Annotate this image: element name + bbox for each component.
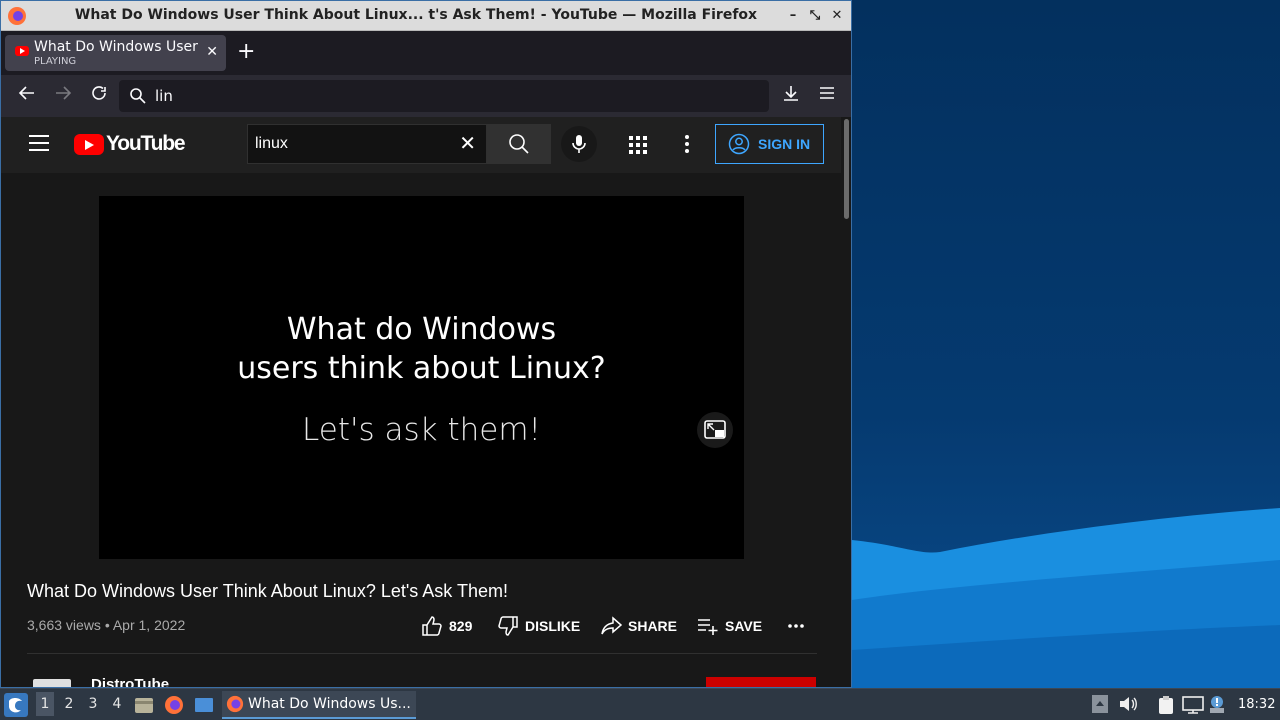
firefox-icon [226,695,244,713]
volume-icon[interactable] [1118,695,1138,713]
thumbs-down-icon [498,616,518,636]
window-title: What Do Windows User Think About Linux..… [74,7,758,23]
miniplayer-icon [704,420,726,439]
show-desktop-icon[interactable] [194,695,214,715]
tab-playing-label: PLAYING [34,56,77,67]
reload-icon [92,86,106,100]
scrollbar-thumb[interactable] [844,119,849,219]
more-horizontal-icon [788,624,804,628]
voice-search-button[interactable] [561,126,597,162]
playlist-add-icon [698,619,718,635]
guide-menu-icon[interactable] [29,135,49,156]
sign-in-label: SIGN IN [758,136,811,152]
new-tab-button[interactable]: + [237,39,257,64]
workspace-4[interactable]: 4 [108,696,126,712]
share-button[interactable]: SHARE [600,615,677,637]
close-window-button[interactable]: ✕ [829,7,845,25]
downloads-button[interactable] [779,84,803,108]
forward-arrow-icon [56,86,72,100]
microphone-icon [572,135,586,153]
search-input[interactable]: linux ✕ [247,124,487,164]
back-button[interactable] [15,84,39,108]
reload-button[interactable] [87,84,111,108]
share-label: SHARE [628,618,678,634]
tab-strip: What Do Windows User Think About Linux? … [1,31,851,75]
url-input[interactable]: lin [155,87,173,105]
thumbs-up-icon [422,616,442,636]
youtube-logo-text[interactable]: YouTube [106,132,186,156]
settings-dots-icon[interactable] [685,135,689,153]
file-manager-icon[interactable] [134,695,154,715]
navigation-toolbar: lin [1,75,851,117]
dislike-button[interactable]: DISLIKE [497,615,580,637]
tray-expand-icon[interactable] [1092,695,1108,713]
subscribe-button[interactable] [706,677,816,687]
clock[interactable]: 18:32 [1238,697,1275,712]
search-input-value: linux [255,135,288,152]
sign-in-button[interactable]: SIGN IN [715,124,824,164]
browser-tab[interactable]: What Do Windows User Think About Linux? … [5,35,226,71]
dislike-label: DISLIKE [525,618,581,634]
tab-title: What Do Windows User Think About Linux? … [34,39,200,55]
lxqt-logo-icon [9,698,22,713]
page-scrollbar[interactable] [841,117,851,687]
search-button[interactable] [487,124,551,164]
minimize-button[interactable]: – [785,7,801,25]
network-icon[interactable] [1182,695,1204,715]
workspace-1[interactable]: 1 [36,692,54,716]
clear-search-icon[interactable]: ✕ [459,131,476,155]
app-menu-button[interactable] [815,84,839,108]
maximize-button[interactable]: ⤡ [807,7,823,25]
video-slide-line3: Let's ask them! [302,412,541,448]
close-tab-icon[interactable]: ✕ [206,44,218,60]
youtube-favicon-icon [15,46,29,56]
clipboard-icon[interactable] [1156,695,1176,715]
video-meta: 3,663 views • Apr 1, 2022 [27,617,186,633]
download-icon [784,86,798,101]
apps-grid-icon[interactable] [629,136,647,154]
like-count: 829 [449,618,473,634]
save-button[interactable]: SAVE [697,615,762,637]
channel-avatar[interactable] [33,679,71,687]
video-title: What Do Windows User Think About Linux? … [27,581,508,601]
video-player[interactable]: What do Windows users think about Linux?… [99,196,744,559]
youtube-logo-icon[interactable] [74,134,104,155]
firefox-launcher-icon[interactable] [164,695,184,715]
share-icon [601,616,622,635]
task-label: What Do Windows Us... [248,696,411,712]
save-label: SAVE [725,618,763,634]
account-icon [728,133,750,155]
taskbar: 1 2 3 4 What Do Windows Us... 18:32 [0,688,1280,720]
like-button[interactable]: 829 [421,615,472,637]
hamburger-menu-icon [820,87,834,99]
firefox-window: What Do Windows User Think About Linux..… [0,0,852,688]
more-actions-button[interactable] [787,617,805,635]
workspace-3[interactable]: 3 [84,696,102,712]
search-icon [509,134,529,154]
video-slide-line2: users think about Linux? [237,351,606,386]
notification-icon[interactable] [1208,695,1228,715]
video-slide-line1: What do Windows [286,312,557,347]
back-arrow-icon [18,86,34,100]
channel-name[interactable]: DistroTube [91,676,169,687]
start-menu-button[interactable] [4,693,28,717]
youtube-header: YouTube linux ✕ SIGN IN [1,117,841,173]
search-icon [130,88,146,104]
miniplayer-button[interactable] [697,412,733,448]
url-bar[interactable]: lin [119,80,769,112]
workspace-2[interactable]: 2 [60,696,78,712]
page-content: YouTube linux ✕ SIGN IN What do Windows [1,117,851,687]
divider [27,653,817,654]
forward-button[interactable] [51,84,75,108]
window-titlebar[interactable]: What Do Windows User Think About Linux..… [1,1,851,31]
taskbar-task-firefox[interactable]: What Do Windows Us... [222,691,416,719]
